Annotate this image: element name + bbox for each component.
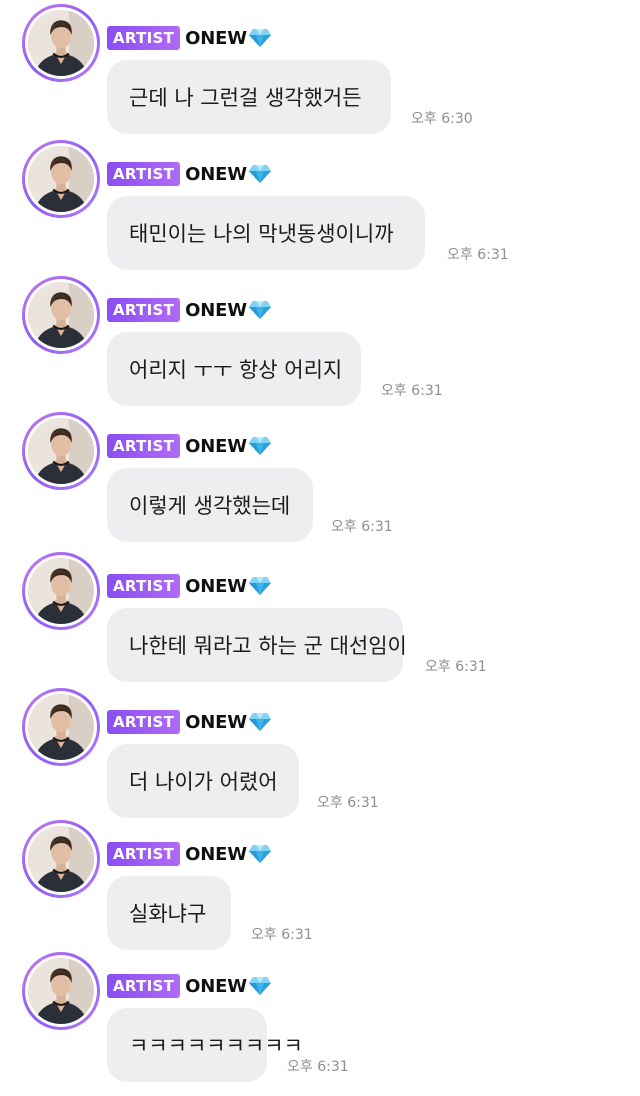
message-row: ARTIST ONEW 이렇게 생각했는데오후 6:31 <box>0 410 640 542</box>
sender-name[interactable]: ONEW <box>185 300 247 321</box>
avatar-frame <box>25 555 97 627</box>
avatar[interactable] <box>22 952 100 1030</box>
message-timestamp: 오후 6:31 <box>331 519 393 535</box>
artist-badge: ARTIST <box>107 298 181 322</box>
message-timestamp: 오후 6:31 <box>447 247 509 263</box>
sender-header: ARTIST ONEW <box>107 842 272 866</box>
diamond-icon <box>248 164 272 184</box>
avatar-photo <box>28 146 94 212</box>
sender-header: ARTIST ONEW <box>107 434 272 458</box>
sender-name[interactable]: ONEW <box>185 436 247 457</box>
avatar-frame <box>25 7 97 79</box>
sender-header: ARTIST ONEW <box>107 298 272 322</box>
diamond-icon <box>248 712 272 732</box>
avatar-frame <box>25 143 97 215</box>
sender-header: ARTIST ONEW <box>107 574 272 598</box>
sender-header: ARTIST ONEW <box>107 974 272 998</box>
avatar[interactable] <box>22 688 100 766</box>
avatar-frame <box>25 823 97 895</box>
avatar[interactable] <box>22 412 100 490</box>
avatar-photo <box>28 418 94 484</box>
diamond-icon <box>248 436 272 456</box>
message-bubble[interactable]: 더 나이가 어렸어 <box>107 744 299 818</box>
avatar-frame <box>25 955 97 1027</box>
message-bubble[interactable]: ㅋㅋㅋㅋㅋㅋㅋㅋㅋ <box>107 1008 303 1082</box>
message-bubble[interactable]: 이렇게 생각했는데 <box>107 468 313 542</box>
artist-badge: ARTIST <box>107 162 181 186</box>
message-row: ARTIST ONEW 어리지 ㅜㅜ 항상 어리지오후 6:31 <box>0 274 640 406</box>
avatar-photo <box>28 958 94 1024</box>
message-timestamp: 오후 6:31 <box>251 927 313 943</box>
message-row: ARTIST ONEW 실화냐구오후 6:31 <box>0 818 640 950</box>
message-bubble[interactable]: 어리지 ㅜㅜ 항상 어리지 <box>107 332 361 406</box>
avatar[interactable] <box>22 820 100 898</box>
artist-badge: ARTIST <box>107 842 181 866</box>
sender-name[interactable]: ONEW <box>185 712 247 733</box>
avatar-photo <box>28 826 94 892</box>
avatar-frame <box>25 279 97 351</box>
sender-name[interactable]: ONEW <box>185 576 247 597</box>
avatar[interactable] <box>22 276 100 354</box>
message-row: ARTIST ONEW 태민이는 나의 막냇동생이니까오후 6:31 <box>0 138 640 270</box>
diamond-icon <box>248 576 272 596</box>
message-row: ARTIST ONEW 더 나이가 어렸어오후 6:31 <box>0 686 640 818</box>
message-row: ARTIST ONEW ㅋㅋㅋㅋㅋㅋㅋㅋㅋ 오후 6:31 <box>0 950 640 1082</box>
diamond-icon <box>248 844 272 864</box>
message-row: ARTIST ONEW 나한테 뭐라고 하는 군 대선임이오후 6:31 <box>0 550 640 682</box>
diamond-icon <box>248 28 272 48</box>
message-timestamp: 오후 6:31 <box>425 659 487 675</box>
sender-header: ARTIST ONEW <box>107 162 272 186</box>
sender-header: ARTIST ONEW <box>107 26 272 50</box>
avatar[interactable] <box>22 140 100 218</box>
avatar-photo <box>28 282 94 348</box>
message-bubble[interactable]: 실화냐구 <box>107 876 231 950</box>
artist-badge: ARTIST <box>107 434 181 458</box>
sender-name[interactable]: ONEW <box>185 28 247 49</box>
avatar-photo <box>28 694 94 760</box>
avatar-frame <box>25 691 97 763</box>
message-timestamp: 오후 6:30 <box>411 111 473 127</box>
message-timestamp: 오후 6:31 <box>287 1059 349 1075</box>
avatar-photo <box>28 10 94 76</box>
sender-header: ARTIST ONEW <box>107 710 272 734</box>
message-timestamp: 오후 6:31 <box>317 795 379 811</box>
sender-name[interactable]: ONEW <box>185 844 247 865</box>
message-bubble[interactable]: 나한테 뭐라고 하는 군 대선임이 <box>107 608 407 682</box>
message-timestamp: 오후 6:31 <box>381 383 443 399</box>
diamond-icon <box>248 300 272 320</box>
sender-name[interactable]: ONEW <box>185 164 247 185</box>
message-bubble[interactable]: 태민이는 나의 막냇동생이니까 <box>107 196 425 270</box>
artist-badge: ARTIST <box>107 26 181 50</box>
artist-badge: ARTIST <box>107 574 181 598</box>
avatar[interactable] <box>22 552 100 630</box>
avatar-frame <box>25 415 97 487</box>
sender-name[interactable]: ONEW <box>185 976 247 997</box>
message-row: ARTIST ONEW 근데 나 그런걸 생각했거든오후 6:30 <box>0 2 640 134</box>
diamond-icon <box>248 976 272 996</box>
artist-badge: ARTIST <box>107 974 181 998</box>
message-bubble[interactable]: 근데 나 그런걸 생각했거든 <box>107 60 391 134</box>
avatar-photo <box>28 558 94 624</box>
artist-badge: ARTIST <box>107 710 181 734</box>
avatar[interactable] <box>22 4 100 82</box>
